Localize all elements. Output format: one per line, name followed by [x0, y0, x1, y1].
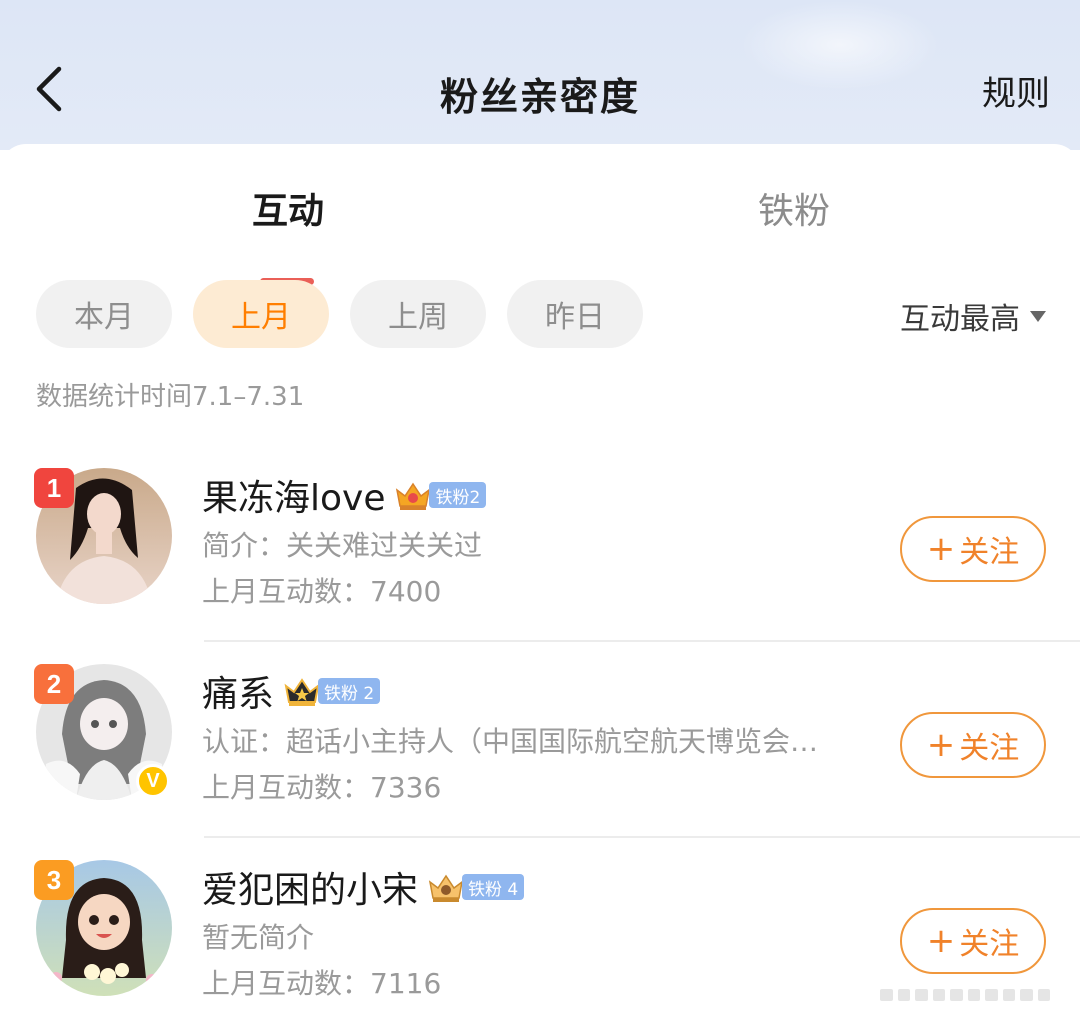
- tab-bar: 互动 铁粉: [0, 182, 1080, 285]
- header: 粉丝亲密度 规则: [0, 0, 1080, 150]
- chip-yesterday[interactable]: 昨日: [507, 280, 643, 348]
- page-title: 粉丝亲密度: [439, 75, 640, 119]
- fan-interaction-count: 上月互动数：7336: [202, 771, 442, 804]
- follow-label: 关注: [959, 731, 1020, 766]
- fan-name[interactable]: 痛系: [202, 665, 274, 717]
- crown-icon: [428, 874, 464, 902]
- period-filter-bar: 本月 上月 上周 昨日 互动最高: [36, 280, 1046, 348]
- list-item[interactable]: 2 V 痛系 铁粉 2 认证：超话小主持人（中国国际航空航天博览会… 上月互动数…: [0, 642, 1080, 838]
- verified-v-icon: V: [136, 764, 170, 798]
- crown-icon: [396, 482, 431, 510]
- sort-label: 互动最高: [900, 302, 1020, 337]
- fan-verification: 认证：超话小主持人（中国国际航空航天博览会…: [202, 725, 819, 758]
- fan-name-row: 果冻海love 铁粉2: [202, 469, 487, 521]
- caret-down-icon: [1030, 310, 1046, 322]
- crown-icon: [284, 678, 320, 706]
- rules-link[interactable]: 规则: [982, 66, 1050, 115]
- fan-name[interactable]: 爱犯困的小宋: [202, 861, 418, 913]
- fan-interaction-count: 上月互动数：7400: [202, 575, 442, 608]
- follow-button[interactable]: + 关注: [900, 712, 1046, 778]
- follow-label: 关注: [959, 535, 1020, 570]
- plus-icon: +: [926, 529, 956, 569]
- date-range-text: 数据统计时间7.1–7.31: [36, 382, 305, 412]
- rank-badge: 2: [34, 664, 74, 704]
- fan-level-tag: 铁粉2: [429, 482, 487, 508]
- fan-level-tag: 铁粉 4: [462, 874, 525, 900]
- rank-badge: 1: [34, 468, 74, 508]
- list-item[interactable]: 1 果冻海love 铁粉2 简介：关关难过关关过 上月互动数：7400 + 关注: [0, 446, 1080, 642]
- chip-this-month[interactable]: 本月: [36, 280, 172, 348]
- tab-interaction[interactable]: 互动: [252, 182, 324, 234]
- watermark-bars: [880, 989, 1050, 1001]
- sort-dropdown[interactable]: 互动最高: [900, 294, 1046, 338]
- fan-level-tag: 铁粉 2: [318, 678, 381, 704]
- chip-last-week[interactable]: 上周: [350, 280, 486, 348]
- chip-last-month[interactable]: 上月: [193, 280, 329, 348]
- fan-list: 1 果冻海love 铁粉2 简介：关关难过关关过 上月互动数：7400 + 关注: [0, 446, 1080, 1017]
- fan-name-row: 痛系 铁粉 2: [202, 665, 381, 717]
- fan-interaction-count: 上月互动数：7116: [202, 967, 442, 1000]
- plus-icon: +: [926, 725, 956, 765]
- fan-bio: 简介：关关难过关关过: [202, 529, 483, 562]
- fan-name-row: 爱犯困的小宋 铁粉 4: [202, 861, 525, 913]
- content-card: 互动 铁粉 本月 上月 上周 昨日 互动最高 数据统计时间7.1–7.31 1 …: [0, 144, 1080, 1017]
- fan-bio: 暂无简介: [202, 921, 315, 954]
- plus-icon: +: [926, 921, 956, 961]
- fan-name[interactable]: 果冻海love: [202, 469, 385, 521]
- follow-label: 关注: [959, 927, 1020, 962]
- page: 粉丝亲密度 规则 互动 铁粉 本月 上月 上周 昨日 互动最高 数据统计时间7.…: [0, 0, 1080, 1017]
- tab-iron-fans[interactable]: 铁粉: [758, 182, 830, 234]
- follow-button[interactable]: + 关注: [900, 908, 1046, 974]
- avatar-container[interactable]: 3: [34, 860, 172, 996]
- avatar-container[interactable]: 1: [34, 468, 172, 604]
- follow-button[interactable]: + 关注: [900, 516, 1046, 582]
- avatar-container[interactable]: 2 V: [34, 664, 172, 800]
- rank-badge: 3: [34, 860, 74, 900]
